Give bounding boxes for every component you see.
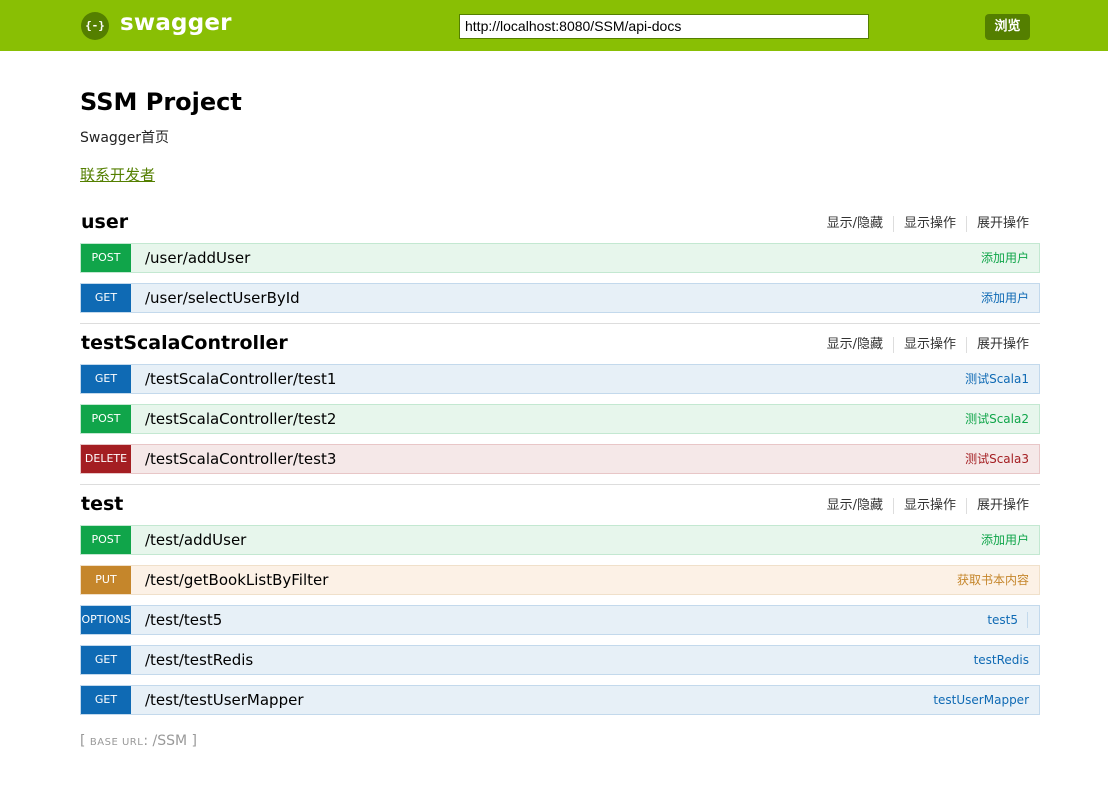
group-divider: [80, 484, 1040, 485]
operation-path[interactable]: /test/testRedis: [145, 646, 253, 674]
expand-operations-link[interactable]: 展开操作: [967, 498, 1040, 514]
operation-row[interactable]: PUT /test/getBookListByFilter 获取书本内容: [80, 565, 1040, 595]
method-badge: GET: [81, 646, 131, 674]
summary-divider: [1027, 612, 1028, 628]
resource-group-testscalacontroller: testScalaController 显示/隐藏 显示操作 展开操作 GET …: [80, 332, 1040, 477]
operation-path[interactable]: /user/selectUserById: [145, 284, 300, 312]
group-actions: 显示/隐藏 显示操作 展开操作: [827, 498, 1040, 514]
operation-path[interactable]: /testScalaController/test2: [145, 405, 336, 433]
method-badge: GET: [81, 284, 131, 312]
operation-path[interactable]: /test/getBookListByFilter: [145, 566, 328, 594]
toggle-visibility-link[interactable]: 显示/隐藏: [827, 337, 894, 353]
base-url-label: base url: [89, 737, 144, 748]
operation-row[interactable]: POST /user/addUser 添加用户: [80, 243, 1040, 273]
group-title[interactable]: user: [81, 211, 128, 233]
api-description: Swagger首页: [80, 130, 170, 146]
brand-name: swagger: [120, 10, 232, 36]
operation-row[interactable]: GET /user/selectUserById 添加用户: [80, 283, 1040, 313]
operation-row[interactable]: POST /test/addUser 添加用户: [80, 525, 1040, 555]
operation-summary[interactable]: test5: [987, 606, 1018, 634]
operation-path[interactable]: /testScalaController/test1: [145, 365, 336, 393]
operation-path[interactable]: /testScalaController/test3: [145, 445, 336, 473]
method-badge: GET: [81, 686, 131, 714]
method-badge: POST: [81, 526, 131, 554]
list-operations-link[interactable]: 显示操作: [894, 337, 967, 353]
operation-path[interactable]: /test/addUser: [145, 526, 246, 554]
method-badge: OPTIONS: [81, 606, 131, 634]
list-operations-link[interactable]: 显示操作: [894, 216, 967, 232]
group-divider: [80, 323, 1040, 324]
operation-summary[interactable]: 添加用户: [981, 284, 1029, 312]
operation-summary[interactable]: 测试Scala2: [965, 405, 1029, 433]
operation-summary[interactable]: 测试Scala1: [965, 365, 1029, 393]
operation-path[interactable]: /test/testUserMapper: [145, 686, 303, 714]
operation-row[interactable]: GET /testScalaController/test1 测试Scala1: [80, 364, 1040, 394]
page-title: SSM Project: [80, 88, 242, 116]
toggle-visibility-link[interactable]: 显示/隐藏: [827, 498, 894, 514]
operation-row[interactable]: POST /testScalaController/test2 测试Scala2: [80, 404, 1040, 434]
operation-row[interactable]: DELETE /testScalaController/test3 测试Scal…: [80, 444, 1040, 474]
resource-group-test: test 显示/隐藏 显示操作 展开操作 POST /test/addUser …: [80, 493, 1040, 718]
list-operations-link[interactable]: 显示操作: [894, 498, 967, 514]
operation-row[interactable]: OPTIONS /test/test5 test5: [80, 605, 1040, 635]
group-title[interactable]: testScalaController: [81, 332, 288, 354]
method-badge: GET: [81, 365, 131, 393]
operation-summary[interactable]: 添加用户: [981, 244, 1029, 272]
expand-operations-link[interactable]: 展开操作: [967, 337, 1040, 353]
swagger-logo-icon: {-}: [81, 12, 109, 40]
api-url-input[interactable]: http://localhost:8080/SSM/api-docs: [459, 14, 869, 39]
contact-developer-link[interactable]: 联系开发者: [80, 164, 155, 185]
operation-row[interactable]: GET /test/testRedis testRedis: [80, 645, 1040, 675]
operation-summary[interactable]: 获取书本内容: [957, 566, 1029, 594]
toggle-visibility-link[interactable]: 显示/隐藏: [827, 216, 894, 232]
group-actions: 显示/隐藏 显示操作 展开操作: [827, 216, 1040, 232]
method-badge: POST: [81, 405, 131, 433]
group-title[interactable]: test: [81, 493, 123, 515]
explore-button[interactable]: 浏览: [985, 14, 1030, 40]
top-bar: {-} swagger http://localhost:8080/SSM/ap…: [0, 0, 1108, 51]
operation-row[interactable]: GET /test/testUserMapper testUserMapper: [80, 685, 1040, 715]
method-badge: POST: [81, 244, 131, 272]
operation-path[interactable]: /user/addUser: [145, 244, 250, 272]
expand-operations-link[interactable]: 展开操作: [967, 216, 1040, 232]
base-url: [ base url: /SSM ]: [80, 733, 197, 749]
base-url-value: /SSM: [152, 733, 188, 749]
operation-summary[interactable]: 测试Scala3: [965, 445, 1029, 473]
operation-summary[interactable]: testRedis: [974, 646, 1029, 674]
method-badge: DELETE: [81, 445, 131, 473]
operation-summary[interactable]: testUserMapper: [933, 686, 1029, 714]
operation-path[interactable]: /test/test5: [145, 606, 222, 634]
method-badge: PUT: [81, 566, 131, 594]
group-actions: 显示/隐藏 显示操作 展开操作: [827, 337, 1040, 353]
operation-summary[interactable]: 添加用户: [981, 526, 1029, 554]
resource-group-user: user 显示/隐藏 显示操作 展开操作 POST /user/addUser …: [80, 211, 1040, 316]
